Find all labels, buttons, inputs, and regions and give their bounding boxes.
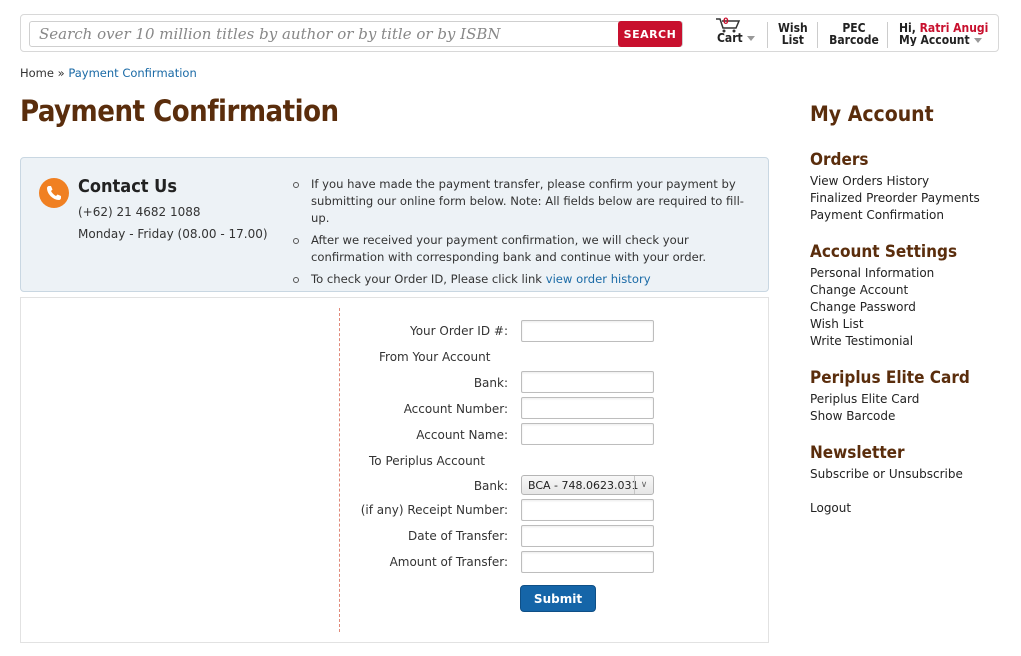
logout-link[interactable]: Logout bbox=[810, 501, 851, 515]
sidebar-elite-heading: Periplus Elite Card bbox=[810, 368, 970, 388]
search-button[interactable]: SEARCH bbox=[618, 21, 682, 47]
page-title: Payment Confirmation bbox=[20, 94, 339, 128]
list-item: If you have made the payment transfer, p… bbox=[289, 176, 759, 227]
breadcrumb-home[interactable]: Home bbox=[20, 66, 54, 80]
wishlist-line2: List bbox=[781, 33, 804, 47]
account-label: My Account bbox=[899, 33, 970, 46]
search-input[interactable] bbox=[30, 22, 616, 46]
cart-label: Cart bbox=[717, 32, 755, 44]
account-menu[interactable]: Hi, Ratri Anugi My Account bbox=[899, 22, 989, 46]
sidebar-settings-heading: Account Settings bbox=[810, 242, 958, 262]
to-account-heading: To Periplus Account bbox=[369, 454, 485, 468]
sidebar-item-change-password[interactable]: Change Password bbox=[810, 300, 916, 314]
top-navigation-bar: SEARCH 0 Cart Wish List PEC Barcode Hi, … bbox=[20, 14, 999, 52]
date-of-transfer-label: Date of Transfer: bbox=[408, 529, 508, 543]
account-number-label: Account Number: bbox=[403, 402, 508, 416]
sidebar-item-write-testimonial[interactable]: Write Testimonial bbox=[810, 334, 913, 348]
list-item: To check your Order ID, Please click lin… bbox=[289, 271, 759, 288]
header-divider bbox=[767, 22, 768, 48]
amount-of-transfer-label: Amount of Transfer: bbox=[389, 555, 508, 569]
cart-count: 0 bbox=[723, 17, 729, 27]
amount-of-transfer-field[interactable] bbox=[521, 551, 654, 573]
instructions-list: If you have made the payment transfer, p… bbox=[289, 176, 759, 293]
view-order-history-link[interactable]: view order history bbox=[546, 272, 651, 286]
sidebar-item-personal-info[interactable]: Personal Information bbox=[810, 266, 934, 280]
pec-line2: Barcode bbox=[829, 33, 879, 47]
chevron-down-icon bbox=[973, 38, 982, 43]
divider bbox=[339, 308, 340, 632]
order-id-label: Your Order ID #: bbox=[409, 324, 508, 338]
sidebar-item-payment-confirmation[interactable]: Payment Confirmation bbox=[810, 208, 944, 222]
wishlist-link[interactable]: Wish List bbox=[778, 22, 808, 46]
breadcrumb: Home » Payment Confirmation bbox=[20, 66, 197, 80]
chevron-down-icon: ∨ bbox=[634, 476, 653, 494]
phone-icon bbox=[39, 178, 69, 208]
order-id-hint: To check your Order ID, Please click lin… bbox=[311, 272, 543, 286]
from-bank-field[interactable] bbox=[521, 371, 654, 393]
account-name-label: Account Name: bbox=[416, 428, 508, 442]
sidebar-item-view-orders[interactable]: View Orders History bbox=[810, 174, 929, 188]
contact-box: Contact Us (+62) 21 4682 1088 Monday - F… bbox=[20, 157, 769, 292]
sidebar-newsletter-heading: Newsletter bbox=[810, 443, 905, 463]
to-bank-select[interactable]: BCA - 748.0623.031 ∨ bbox=[521, 475, 654, 495]
contact-hours: Monday - Friday (08.00 - 17.00) bbox=[78, 227, 268, 241]
sidebar-item-change-account[interactable]: Change Account bbox=[810, 283, 908, 297]
pec-barcode-link[interactable]: PEC Barcode bbox=[829, 22, 879, 46]
from-account-heading: From Your Account bbox=[379, 350, 491, 364]
to-bank-label: Bank: bbox=[473, 479, 508, 493]
sidebar-orders-heading: Orders bbox=[810, 150, 869, 170]
header-divider bbox=[817, 22, 818, 48]
sidebar-item-show-barcode[interactable]: Show Barcode bbox=[810, 409, 895, 423]
contact-title: Contact Us bbox=[78, 176, 177, 197]
from-bank-label: Bank: bbox=[473, 376, 508, 390]
order-id-field[interactable] bbox=[521, 320, 654, 342]
account-name-field[interactable] bbox=[521, 423, 654, 445]
breadcrumb-current[interactable]: Payment Confirmation bbox=[68, 66, 196, 80]
sidebar-item-wish-list[interactable]: Wish List bbox=[810, 317, 864, 331]
sidebar-title: My Account bbox=[810, 102, 934, 126]
breadcrumb-separator: » bbox=[57, 66, 65, 80]
submit-button[interactable]: Submit bbox=[520, 585, 596, 612]
receipt-number-field[interactable] bbox=[521, 499, 654, 521]
sidebar-item-finalized-preorder[interactable]: Finalized Preorder Payments bbox=[810, 191, 980, 205]
header-divider bbox=[887, 22, 888, 48]
to-bank-selected: BCA - 748.0623.031 bbox=[528, 479, 639, 492]
chevron-down-icon bbox=[746, 36, 755, 41]
payment-form-panel: Your Order ID #: From Your Account Bank:… bbox=[20, 297, 769, 643]
account-number-field[interactable] bbox=[521, 397, 654, 419]
search-box bbox=[29, 21, 683, 47]
date-of-transfer-field[interactable] bbox=[521, 525, 654, 547]
contact-phone: (+62) 21 4682 1088 bbox=[78, 205, 201, 219]
list-item: After we received your payment confirmat… bbox=[289, 232, 759, 266]
sidebar-item-subscribe[interactable]: Subscribe or Unsubscribe bbox=[810, 467, 963, 481]
receipt-number-label: (if any) Receipt Number: bbox=[360, 503, 508, 517]
sidebar-item-elite-card[interactable]: Periplus Elite Card bbox=[810, 392, 919, 406]
